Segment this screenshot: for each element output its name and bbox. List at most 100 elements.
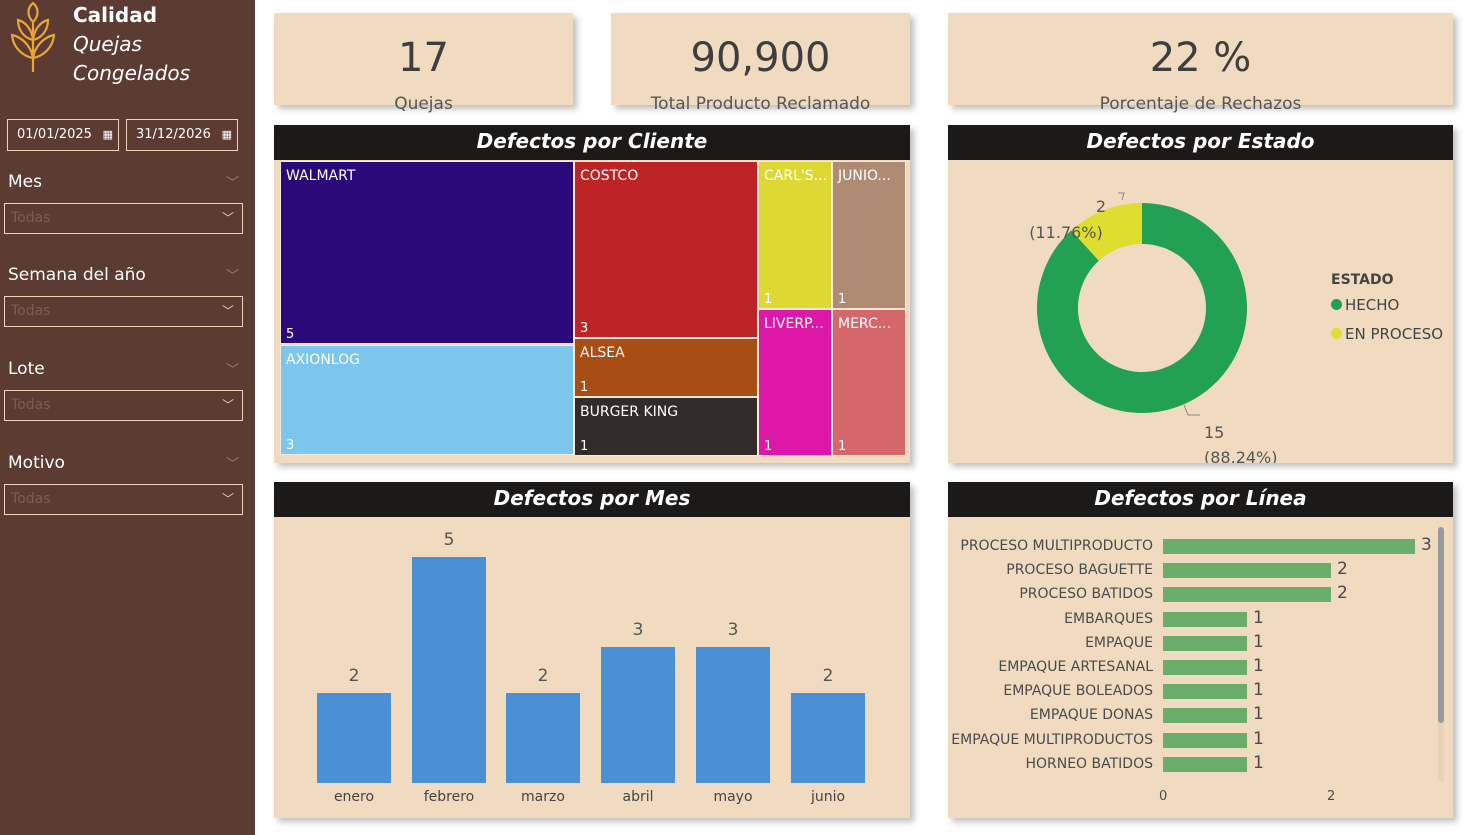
hbar-proceso-multiproducto[interactable] — [1163, 539, 1415, 554]
treemap-tile[interactable]: MERC... 1 — [832, 309, 906, 456]
calendar-icon[interactable]: ▦ — [103, 120, 113, 149]
treemap-tile[interactable]: COSTCO 3 — [574, 161, 758, 338]
hbar-value-label: 1 — [1253, 752, 1264, 773]
y-axis-tick-label: PROCESO MULTIPRODUCTO — [960, 538, 1153, 554]
treemap-tile-count: 3 — [286, 438, 295, 453]
bar-abril[interactable] — [601, 647, 675, 783]
hbar-value-label: 1 — [1253, 728, 1264, 749]
bar-mayo[interactable] — [696, 647, 770, 783]
treemap-tile-count: 3 — [580, 321, 589, 336]
hbar-empaque-artesanal[interactable] — [1163, 660, 1247, 675]
kpi-value: 22 % — [1149, 35, 1252, 81]
bar-enero[interactable] — [317, 692, 391, 783]
leader-line-en-proceso — [1118, 192, 1125, 201]
brand-title: Calidad — [73, 3, 158, 27]
panel-defectos-cliente: Defectos por Cliente WALMART 5 AXIONLOG 3 CO… — [274, 125, 910, 463]
slicer-semana-value: Todas — [11, 303, 51, 319]
bar-value-label: 2 — [537, 665, 549, 686]
y-axis-tick-label: HORNEO BATIDOS — [1025, 755, 1153, 772]
calendar-icon[interactable]: ▦ — [222, 120, 232, 149]
kpi-card-porcentaje-rechazos[interactable]: 22 % Porcentaje de Rechazos — [948, 13, 1453, 114]
date-to-value: 31/12/2026 — [136, 127, 211, 142]
chevron-down-icon[interactable]: ﹀ — [226, 265, 239, 284]
chevron-down-icon[interactable]: ﹀ — [226, 172, 239, 191]
chevron-down-icon: ﹀ — [221, 211, 234, 225]
y-axis-tick-label: EMPAQUE DONAS — [1029, 707, 1153, 724]
chevron-down-icon: ﹀ — [221, 304, 234, 318]
x-axis-tick-label: mayo — [713, 789, 753, 805]
treemap-tile-count: 1 — [580, 439, 589, 454]
bar-junio[interactable] — [791, 692, 865, 783]
legend-item-en-proceso[interactable]: EN PROCESO — [1331, 325, 1443, 343]
data-label-en-proceso-pct: (11.76%) — [1029, 223, 1103, 242]
hbar-embarques[interactable] — [1163, 611, 1247, 627]
date-from-value: 01/01/2025 — [17, 127, 92, 142]
kpi-value: 90,900 — [690, 35, 831, 81]
slicer-mes-dropdown[interactable]: Todas ﹀ — [4, 203, 243, 234]
kpi-value: 17 — [398, 35, 449, 81]
y-axis-tick-label: PROCESO BAGUETTE — [1006, 562, 1153, 579]
treemap-tile-count: 1 — [580, 380, 589, 395]
treemap-tile[interactable]: ALSEA 1 — [574, 338, 758, 397]
treemap-tile-count: 5 — [286, 327, 295, 342]
panel-title: Defectos por Estado — [948, 125, 1453, 160]
slicer-lote-dropdown[interactable]: Todas ﹀ — [4, 390, 243, 421]
kpi-label: Quejas — [394, 94, 453, 114]
chevron-down-icon: ﹀ — [221, 398, 234, 412]
hbar-empaque-boleados[interactable] — [1163, 684, 1247, 700]
slicer-motivo-label: Motivo — [8, 453, 65, 473]
bar-febrero[interactable] — [412, 557, 486, 783]
wheat-logo-icon — [10, 2, 56, 72]
slicer-motivo-value: Todas — [11, 491, 51, 507]
treemap-tile-label: CARL'S... — [764, 168, 827, 184]
treemap-tile[interactable]: JUNIO... 1 — [832, 161, 906, 309]
hbar-value-label: 2 — [1337, 559, 1348, 580]
treemap-tile[interactable]: BURGER KING 1 — [574, 397, 758, 456]
y-axis-tick-label: PROCESO BATIDOS — [1019, 586, 1153, 603]
bar-value-label: 3 — [727, 620, 739, 641]
treemap-tile-label: JUNIO... — [838, 168, 891, 184]
brand-subtitle-1: Quejas — [73, 32, 142, 56]
slicer-motivo-dropdown[interactable]: Todas ﹀ — [4, 484, 243, 515]
treemap-tile-count: 1 — [764, 439, 773, 454]
x-axis-tick-label: junio — [810, 789, 846, 805]
scrollbar-track[interactable] — [1438, 527, 1444, 782]
data-label-hecho-count: 15 — [1204, 423, 1224, 442]
y-axis-tick-label: EMPAQUE BOLEADOS — [1003, 683, 1153, 700]
date-to-input[interactable]: 31/12/2026 ▦ — [126, 119, 238, 151]
y-axis-tick-label: EMPAQUE — [1085, 634, 1153, 651]
bar-marzo[interactable] — [506, 692, 580, 783]
kpi-card-quejas[interactable]: 17 Quejas — [274, 13, 573, 114]
treemap-tile-label: WALMART — [286, 168, 356, 184]
panel-defectos-mes: Defectos por Mes 2 enero 5 febrero 2 marzo 3 ab… — [274, 482, 910, 818]
y-axis-tick-label: EMPAQUE ARTESANAL — [998, 659, 1153, 675]
x-axis-tick-label: 0 — [1159, 789, 1168, 804]
hbar-empaque-multiproductos[interactable] — [1163, 732, 1247, 748]
date-from-input[interactable]: 01/01/2025 ▦ — [7, 119, 119, 151]
bar-value-label: 3 — [632, 620, 644, 641]
hbar-empaque-donas[interactable] — [1163, 708, 1247, 724]
hbar-horneo-batidos[interactable] — [1163, 756, 1247, 772]
kpi-label: Porcentaje de Rechazos — [1099, 94, 1302, 114]
slicer-semana-label: Semana del año — [8, 265, 146, 285]
hbar-proceso-baguette[interactable] — [1163, 563, 1331, 579]
panel-title: Defectos por Mes — [274, 482, 910, 517]
chevron-down-icon[interactable]: ﹀ — [226, 359, 239, 378]
panel-defectos-estado: Defectos por Estado 2 (11.76%) 15 (88.24%) … — [948, 125, 1453, 463]
filter-sidebar: Calidad Quejas Congelados 01/01/2025 ▦ 3… — [0, 0, 255, 835]
scrollbar-thumb[interactable] — [1438, 527, 1444, 723]
treemap-tile-count: 1 — [838, 439, 847, 454]
treemap-tile-label: MERC... — [838, 316, 892, 332]
kpi-card-total-producto[interactable]: 90,900 Total Producto Reclamado — [611, 13, 910, 114]
treemap-tile[interactable]: LIVERP... 1 — [758, 309, 832, 456]
chevron-down-icon[interactable]: ﹀ — [226, 453, 239, 472]
legend-item-hecho[interactable]: HECHO — [1331, 296, 1399, 314]
treemap-tile[interactable]: AXIONLOG 3 — [280, 345, 574, 455]
hbar-empaque[interactable] — [1163, 635, 1247, 651]
treemap-tile[interactable]: WALMART 5 — [280, 161, 574, 344]
hbar-proceso-batidos[interactable] — [1163, 587, 1331, 603]
x-axis-tick-label: febrero — [423, 789, 475, 805]
treemap-tile[interactable]: CARL'S... 1 — [758, 161, 832, 309]
data-label-hecho-pct: (88.24%) — [1204, 448, 1278, 463]
slicer-semana-dropdown[interactable]: Todas ﹀ — [4, 296, 243, 327]
